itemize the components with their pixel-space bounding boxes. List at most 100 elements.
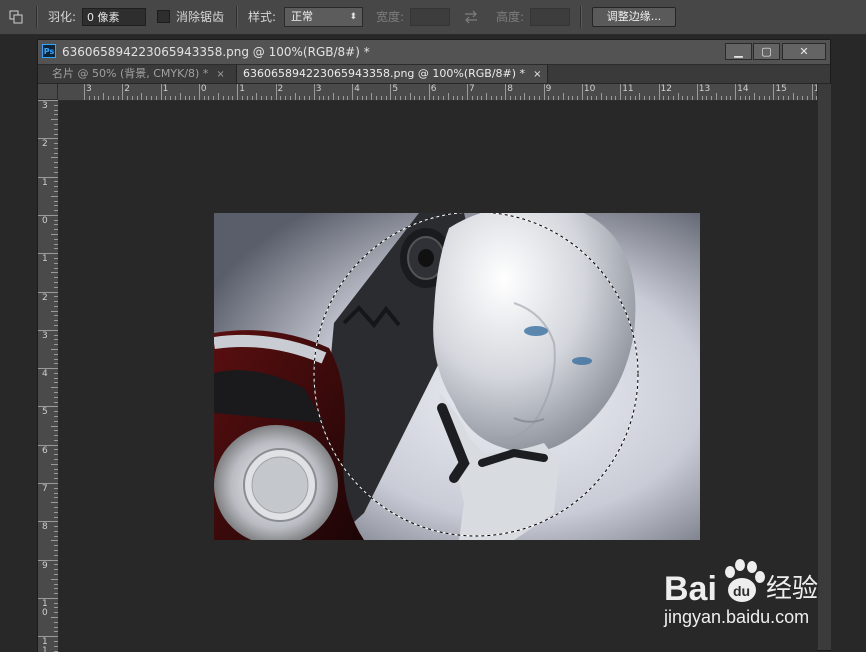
ruler-tick xyxy=(696,84,698,100)
ruler-tick xyxy=(160,84,162,100)
horizontal-ruler[interactable]: 321012345678910111213141516 xyxy=(58,84,817,101)
ruler-minor-tick xyxy=(54,286,58,288)
ruler-minor-tick xyxy=(562,93,564,100)
ruler-minor-tick xyxy=(54,511,58,513)
ruler-minor-tick xyxy=(668,96,670,100)
ruler-minor-tick xyxy=(720,96,722,100)
vertical-ruler[interactable]: 3 2 1 0 1 2 3 4 5 6 7 8 9 10 11 xyxy=(38,100,59,652)
ruler-label: 4 xyxy=(354,84,360,94)
ruler-origin[interactable] xyxy=(38,84,58,100)
ruler-minor-tick xyxy=(715,93,717,100)
tab-label: 名片 @ 50% (背景, CMYK/8) * xyxy=(52,67,209,80)
ruler-minor-tick xyxy=(151,96,153,100)
divider xyxy=(36,6,38,28)
ruler-minor-tick xyxy=(51,119,58,121)
ruler-minor-tick xyxy=(404,96,406,100)
ruler-label: 10 xyxy=(583,84,596,94)
ruler-minor-tick xyxy=(251,96,253,100)
ruler-minor-tick xyxy=(514,96,516,100)
ruler-minor-tick xyxy=(51,463,58,465)
ruler-minor-tick xyxy=(107,96,109,100)
ruler-minor-tick xyxy=(54,353,58,355)
ruler-minor-tick xyxy=(342,96,344,100)
ruler-minor-tick xyxy=(490,96,492,100)
ruler-minor-tick xyxy=(51,272,58,274)
ruler-minor-tick xyxy=(179,93,181,100)
tab-business-card[interactable]: 名片 @ 50% (背景, CMYK/8) * × xyxy=(46,65,231,83)
ruler-minor-tick xyxy=(98,96,100,100)
ruler-minor-tick xyxy=(54,535,58,537)
ruler-label: 6 xyxy=(42,445,48,456)
ruler-minor-tick xyxy=(591,96,593,100)
ruler-minor-tick xyxy=(184,96,186,100)
ruler-minor-tick xyxy=(54,147,58,149)
ruler-minor-tick xyxy=(682,96,684,100)
tab-robot-png[interactable]: 636065894223065943358.png @ 100%(RGB/8#)… xyxy=(236,65,549,83)
ruler-tick xyxy=(658,84,660,100)
ruler-tick xyxy=(38,483,58,484)
ruler-label: 5 xyxy=(42,407,48,418)
ruler-minor-tick xyxy=(54,602,58,604)
robot-image[interactable] xyxy=(214,213,700,540)
document-title-bar[interactable]: Ps 636065894223065943358.png @ 100%(RGB/… xyxy=(38,40,830,65)
ruler-minor-tick xyxy=(54,573,58,575)
ruler-minor-tick xyxy=(54,435,58,437)
ruler-minor-tick xyxy=(54,171,58,173)
ruler-minor-tick xyxy=(54,238,58,240)
maximize-button[interactable]: ▢ xyxy=(753,43,780,60)
ruler-tick xyxy=(467,84,468,100)
ruler-minor-tick xyxy=(54,152,58,154)
ruler-label: 3 xyxy=(86,84,92,94)
swap-arrows-icon[interactable] xyxy=(462,0,480,34)
ruler-minor-tick xyxy=(54,583,58,585)
close-window-button[interactable]: ✕ xyxy=(782,43,826,60)
ruler-tick xyxy=(275,84,277,100)
ruler-minor-tick xyxy=(419,96,421,100)
minimize-button[interactable]: ▁ xyxy=(725,43,752,60)
ruler-tick xyxy=(38,406,58,408)
ruler-tick xyxy=(38,521,58,523)
ruler-tick xyxy=(581,84,583,100)
ruler-label: 2 xyxy=(42,139,48,150)
ruler-minor-tick xyxy=(692,96,693,100)
ruler-minor-tick xyxy=(54,554,58,556)
ruler-minor-tick xyxy=(759,96,761,100)
style-select[interactable]: 正常 ⬍ xyxy=(284,7,363,27)
ruler-minor-tick xyxy=(452,96,454,100)
ruler-minor-tick xyxy=(787,96,789,100)
ruler-minor-tick xyxy=(54,334,58,336)
divider xyxy=(580,6,582,28)
ruler-tick xyxy=(428,84,430,100)
ruler-minor-tick xyxy=(706,96,708,100)
ruler-minor-tick xyxy=(54,411,58,413)
feather-input[interactable]: 0 像素 xyxy=(82,8,146,26)
ruler-minor-tick xyxy=(332,93,334,100)
height-input[interactable] xyxy=(530,8,570,26)
ruler-minor-tick xyxy=(54,219,58,221)
ruler-minor-tick xyxy=(347,96,349,100)
selection-mode-icon[interactable] xyxy=(8,0,24,34)
ruler-minor-tick xyxy=(54,224,58,226)
ruler-minor-tick xyxy=(553,96,555,100)
ruler-minor-tick xyxy=(567,96,569,100)
width-input[interactable] xyxy=(410,8,450,26)
ruler-minor-tick xyxy=(93,96,95,100)
ruler-minor-tick xyxy=(624,96,626,100)
ruler-minor-tick xyxy=(54,392,58,394)
antialias-checkbox[interactable] xyxy=(157,10,170,23)
ruler-minor-tick xyxy=(54,612,58,614)
ruler-minor-tick xyxy=(510,96,512,100)
watermark-brand-du: du xyxy=(733,583,750,599)
tab-label: 636065894223065943358.png @ 100%(RGB/8#)… xyxy=(243,67,526,80)
ruler-minor-tick xyxy=(194,96,196,100)
document-title: 636065894223065943358.png @ 100%(RGB/8#)… xyxy=(62,45,370,59)
ruler-minor-tick xyxy=(54,325,58,326)
ruler-minor-tick xyxy=(54,626,58,628)
close-tab-icon[interactable]: × xyxy=(216,69,224,80)
refine-edge-button[interactable]: 调整边缘... xyxy=(592,7,676,27)
ruler-minor-tick xyxy=(481,96,483,100)
watermark-brand: Bai xyxy=(664,570,717,608)
ruler-minor-tick xyxy=(256,93,258,100)
close-tab-icon[interactable]: × xyxy=(533,69,541,80)
ruler-minor-tick xyxy=(54,454,58,456)
